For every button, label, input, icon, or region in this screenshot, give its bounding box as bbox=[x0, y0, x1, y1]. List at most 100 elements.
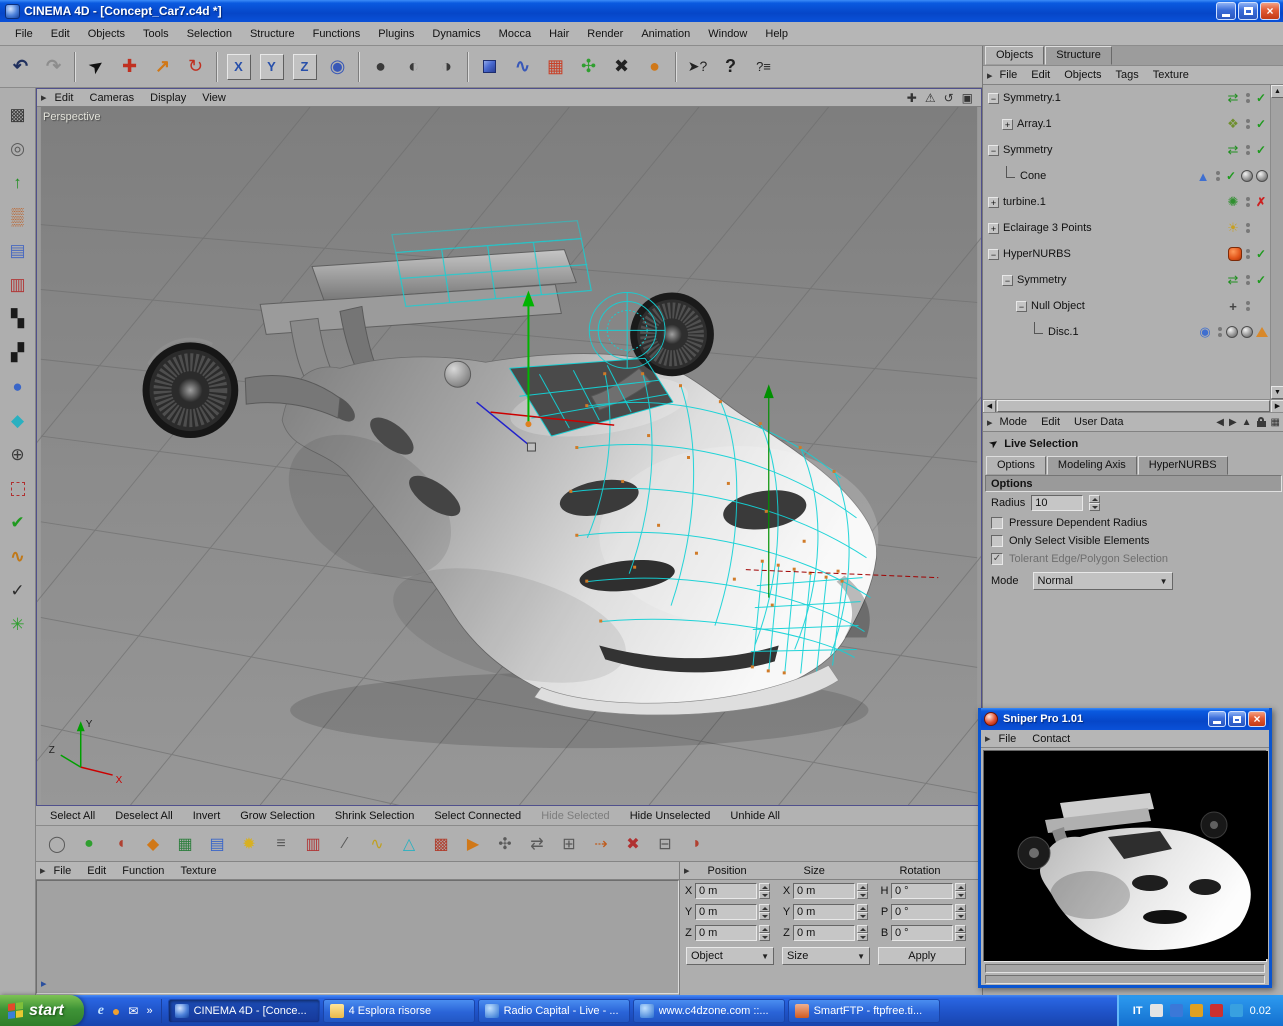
position-x-stepper[interactable] bbox=[759, 883, 770, 899]
plane-tool-button[interactable]: ▦ bbox=[170, 829, 200, 859]
visibility-dots[interactable] bbox=[1245, 301, 1251, 311]
grid-tool-button[interactable]: ▤ bbox=[202, 829, 232, 859]
help-button[interactable]: ? bbox=[714, 49, 747, 85]
material-menu-texture[interactable]: Texture bbox=[172, 864, 224, 878]
close-button[interactable]: × bbox=[1260, 2, 1280, 20]
collapse-icon[interactable]: − bbox=[988, 249, 999, 260]
add-primitive-button[interactable] bbox=[473, 49, 506, 85]
object-label[interactable]: Array.1 bbox=[1017, 118, 1052, 130]
taskbar-task-explorer[interactable]: 4 Esplora risorse bbox=[323, 999, 475, 1023]
object-dropdown[interactable]: Object ▼ bbox=[686, 947, 774, 965]
scrollbar-thumb[interactable] bbox=[997, 400, 1270, 412]
language-indicator[interactable]: IT bbox=[1133, 1005, 1143, 1017]
menu-objects[interactable]: Objects bbox=[79, 25, 134, 43]
viewport-menu-edit[interactable]: Edit bbox=[47, 91, 82, 105]
layout-icon[interactable]: ▦ bbox=[1271, 417, 1280, 428]
internet-explorer-icon[interactable]: e bbox=[98, 1003, 104, 1019]
media-player-icon[interactable]: ● bbox=[112, 1003, 120, 1019]
collapse-icon[interactable]: − bbox=[1016, 301, 1027, 312]
shrink-selection-button[interactable]: Shrink Selection bbox=[335, 810, 415, 822]
select-all-button[interactable]: Select All bbox=[50, 810, 95, 822]
move-tool[interactable]: ✚ bbox=[113, 49, 146, 85]
position-y-stepper[interactable] bbox=[759, 904, 770, 920]
start-button[interactable]: start bbox=[0, 995, 84, 1026]
visibility-dots[interactable] bbox=[1215, 171, 1221, 181]
edges-mode-button[interactable]: ▤ bbox=[3, 234, 33, 268]
taskbar-task-c4dzone[interactable]: www.c4dzone.com ::... bbox=[633, 999, 785, 1023]
size-dropdown[interactable]: Size ▼ bbox=[782, 947, 870, 965]
visibility-dots[interactable] bbox=[1245, 223, 1251, 233]
viewport-canvas[interactable]: Y X Z Perspective bbox=[37, 107, 981, 805]
magic-axis-button[interactable]: ✳ bbox=[3, 608, 33, 642]
lock-y-axis-button[interactable]: Y bbox=[255, 49, 288, 85]
tolerant-edge-selection-checkbox[interactable]: ✓ bbox=[991, 553, 1003, 565]
history-back-icon[interactable]: ◀ bbox=[1216, 417, 1224, 428]
enabled-check-icon[interactable]: ✓ bbox=[1254, 143, 1268, 157]
sniper-pro-window[interactable]: Sniper Pro 1.01 × ▸ File Contact bbox=[978, 708, 1272, 988]
rotation-b-field[interactable]: 0 ° bbox=[891, 925, 953, 941]
polygons-mode-button[interactable]: ▥ bbox=[3, 268, 33, 302]
tree-row[interactable]: − Symmetry ⇄✓ bbox=[983, 267, 1283, 293]
enabled-check-icon[interactable]: ✓ bbox=[1224, 169, 1238, 183]
help-cursor-button[interactable]: ➤? bbox=[681, 49, 714, 85]
phong-tag-icon[interactable] bbox=[1241, 326, 1253, 338]
menu-hair[interactable]: Hair bbox=[540, 25, 578, 43]
maximize-view-icon[interactable]: ▣ bbox=[962, 91, 973, 105]
visibility-dots[interactable] bbox=[1245, 249, 1251, 259]
add-spline-button[interactable]: ∿ bbox=[506, 49, 539, 85]
grow-selection-button[interactable]: Grow Selection bbox=[240, 810, 315, 822]
expand-icon[interactable]: + bbox=[1002, 119, 1013, 130]
enabled-check-icon[interactable]: ✓ bbox=[1254, 117, 1268, 131]
attributes-menu-edit[interactable]: Edit bbox=[1034, 415, 1067, 429]
add-deformer-button[interactable]: ● bbox=[638, 49, 671, 85]
invert-button[interactable]: Invert bbox=[193, 810, 221, 822]
size-z-stepper[interactable] bbox=[857, 925, 868, 941]
tab-options[interactable]: Options bbox=[986, 456, 1046, 475]
collapse-icon[interactable]: − bbox=[988, 145, 999, 156]
object-label[interactable]: Symmetry bbox=[1003, 144, 1053, 156]
menu-window[interactable]: Window bbox=[699, 25, 756, 43]
visibility-dots[interactable] bbox=[1245, 275, 1251, 285]
live-selection-tool[interactable]: ➤ bbox=[80, 49, 113, 85]
deselect-all-button[interactable]: Deselect All bbox=[115, 810, 172, 822]
objects-menu-file[interactable]: File bbox=[993, 68, 1025, 82]
scale-tool[interactable]: ↗ bbox=[146, 49, 179, 85]
objects-menu-edit[interactable]: Edit bbox=[1024, 68, 1057, 82]
menu-tools[interactable]: Tools bbox=[134, 25, 178, 43]
nav-arrow-icon[interactable]: ▸ bbox=[41, 977, 47, 990]
radius-field[interactable]: 10 bbox=[1031, 495, 1083, 511]
up-arrow-icon[interactable]: ▲ bbox=[1242, 417, 1252, 428]
tree-row[interactable]: + turbine.1 ✺✗ bbox=[983, 189, 1283, 215]
render-picture-viewer-button[interactable]: ◐ bbox=[397, 49, 430, 85]
menu-render[interactable]: Render bbox=[578, 25, 632, 43]
tree-row[interactable]: − HyperNURBS ✓ bbox=[983, 241, 1283, 267]
menu-structure[interactable]: Structure bbox=[241, 25, 304, 43]
warning-icon[interactable]: ⚠ bbox=[925, 91, 936, 105]
tree-row[interactable]: Cone ▲✓ bbox=[983, 163, 1283, 189]
wave-deform-button[interactable]: ∿ bbox=[362, 829, 392, 859]
soft-selection-button[interactable]: ● bbox=[74, 829, 104, 859]
tab-modeling-axis[interactable]: Modeling Axis bbox=[1047, 456, 1137, 475]
mode-dropdown[interactable]: Normal ▼ bbox=[1033, 572, 1173, 590]
keyboard-tray-icon[interactable] bbox=[1150, 1004, 1163, 1017]
size-x-stepper[interactable] bbox=[857, 883, 868, 899]
selection-tag-icon[interactable] bbox=[1256, 327, 1268, 337]
delete-tool-button[interactable]: ✖ bbox=[618, 829, 648, 859]
spline-snap-button[interactable]: ∿ bbox=[3, 540, 33, 574]
size-x-field[interactable]: 0 m bbox=[793, 883, 855, 899]
add-modeling-object-button[interactable]: ✣ bbox=[572, 49, 605, 85]
menu-selection[interactable]: Selection bbox=[178, 25, 241, 43]
attributes-menu-userdata[interactable]: User Data bbox=[1067, 415, 1131, 429]
snap-mode-button[interactable]: ◆ bbox=[3, 404, 33, 438]
ramp-tool-button[interactable]: ≡ bbox=[266, 829, 296, 859]
network-tray-icon[interactable] bbox=[1170, 1004, 1183, 1017]
tab-structure[interactable]: Structure bbox=[1045, 46, 1112, 65]
panel-arrow-icon[interactable]: ▸ bbox=[680, 864, 694, 877]
taskbar-task-cinema4d[interactable]: CINEMA 4D - [Conce... bbox=[168, 999, 320, 1023]
object-axis-mode-button[interactable]: ↑ bbox=[3, 166, 33, 200]
mail-icon[interactable]: ✉ bbox=[128, 1004, 138, 1018]
visibility-dots[interactable] bbox=[1245, 93, 1251, 103]
sniper-maximize-button[interactable] bbox=[1228, 711, 1246, 727]
material-list-area[interactable]: ▸ bbox=[36, 880, 679, 994]
position-z-stepper[interactable] bbox=[759, 925, 770, 941]
